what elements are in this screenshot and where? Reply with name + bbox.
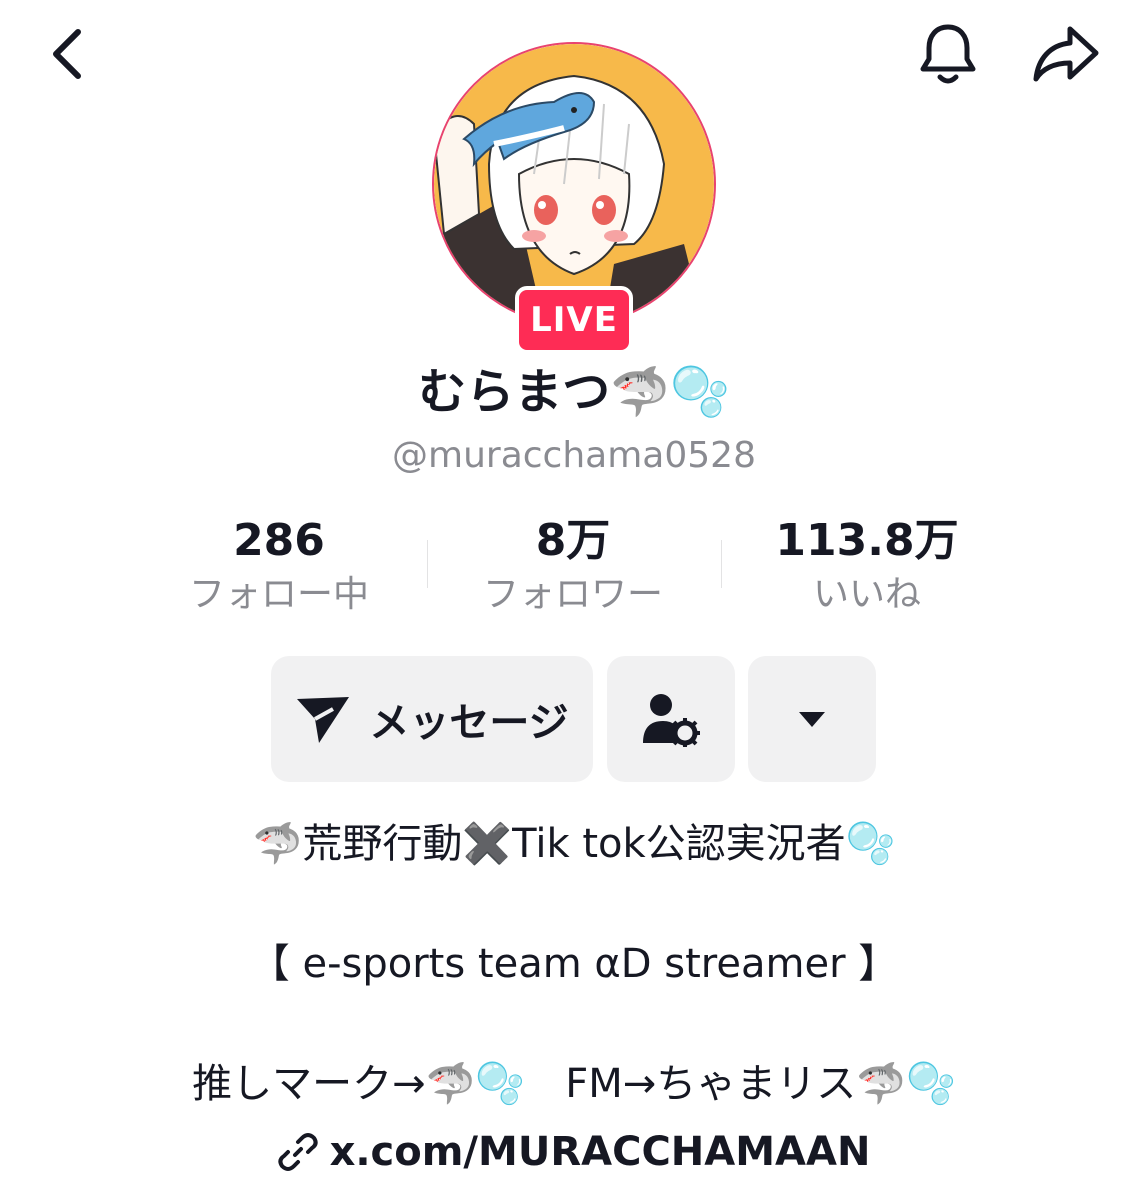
stat-divider <box>721 540 722 588</box>
more-options-button[interactable] <box>748 656 876 782</box>
stat-divider <box>427 540 428 588</box>
back-button[interactable] <box>30 18 102 90</box>
user-gear-icon <box>643 694 700 747</box>
message-label: メッセージ <box>369 700 569 746</box>
chevron-left-icon <box>53 29 81 79</box>
followers-stat[interactable]: 8万 フォロワー <box>443 512 703 620</box>
likes-count: 113.8万 <box>775 515 959 566</box>
display-name: むらまつ🦈🫧 <box>418 364 730 420</box>
link-icon <box>277 1132 318 1172</box>
following-stat[interactable]: 286 フォロー中 <box>149 512 409 620</box>
username: @muracchama0528 <box>392 435 756 476</box>
followers-count: 8万 <box>535 515 611 566</box>
bio-line-2: 【 e-sports team αD streamer 】 <box>249 941 899 987</box>
bio-line-3: 推しマーク→🦈🫧 FM→ちゃまリス🦈🫧 <box>192 1061 956 1107</box>
likes-label: いいね <box>812 574 921 615</box>
notification-bell-button[interactable] <box>912 18 984 90</box>
bio-line-1: 🦈荒野行動✖️Tik tok公認実況者🫧 <box>252 821 896 867</box>
avatar-illustration <box>434 44 714 324</box>
caret-down-icon <box>799 712 825 727</box>
followers-label: フォロワー <box>482 574 663 615</box>
following-label: フォロー中 <box>188 574 369 615</box>
message-button[interactable]: メッセージ <box>271 656 593 782</box>
bell-icon <box>920 24 976 84</box>
likes-stat[interactable]: 113.8万 いいね <box>737 512 997 620</box>
bio-link[interactable]: x.com/MURACCHAMAAN <box>0 1124 1148 1180</box>
share-arrow-icon <box>1033 26 1099 82</box>
share-button[interactable] <box>1026 18 1106 90</box>
send-icon <box>297 697 350 743</box>
profile-settings-button[interactable] <box>607 656 735 782</box>
avatar[interactable] <box>432 42 716 326</box>
bio-link-text[interactable]: x.com/MURACCHAMAAN <box>330 1124 871 1180</box>
live-badge[interactable]: LIVE <box>515 286 633 354</box>
following-count: 286 <box>233 515 325 566</box>
